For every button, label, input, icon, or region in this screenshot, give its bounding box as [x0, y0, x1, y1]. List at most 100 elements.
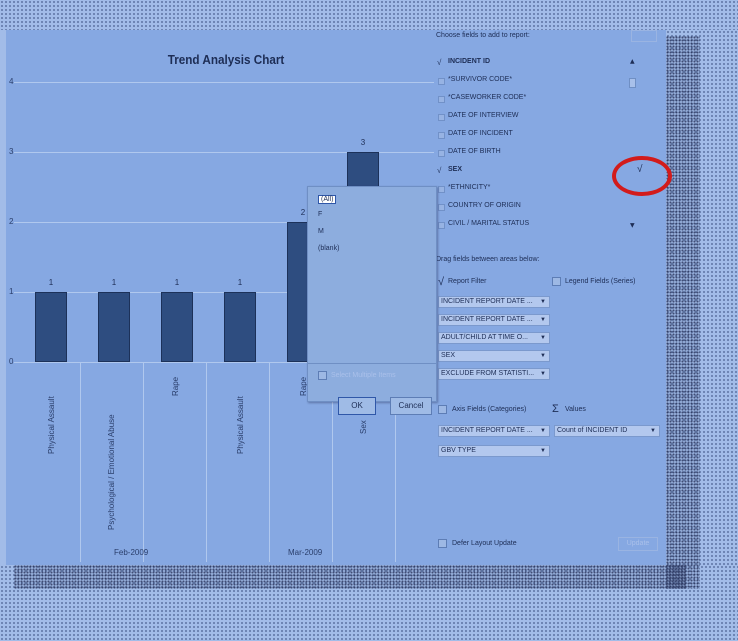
values-label: Values [565, 406, 586, 413]
x-category-label: Rape [171, 376, 180, 396]
dropdown-arrow-icon: ▼ [540, 371, 546, 377]
field-checkbox[interactable] [438, 222, 445, 229]
filter-option-f[interactable]: F [318, 211, 322, 218]
field-row[interactable]: *CASEWORKER CODE* [438, 94, 626, 106]
select-multiple-label: Select Multiple Items [331, 372, 396, 379]
axis-fields-label: Axis Fields (Categories) [452, 406, 527, 413]
report-filter-item[interactable]: EXCLUDE FROM STATISTI... ▼ [438, 368, 550, 380]
scrollbar-thumb[interactable] [629, 78, 636, 88]
field-row[interactable]: √ INCIDENT ID [437, 58, 626, 70]
field-row[interactable]: DATE OF INTERVIEW [438, 112, 626, 124]
window-shadow-bottom [14, 565, 686, 589]
pivot-field-list-panel: Choose fields to add to report: √ INCIDEN… [428, 30, 666, 565]
values-sigma-icon: Σ [552, 403, 559, 415]
field-checkbox[interactable] [438, 204, 445, 211]
dropdown-arrow-icon: ▼ [540, 448, 546, 454]
bar-data-label: 1 [237, 278, 243, 287]
field-label: *SURVIVOR CODE* [448, 76, 513, 83]
field-row[interactable]: √ SEX [437, 166, 626, 178]
x-group-label: Feb-2009 [114, 548, 149, 557]
category-separator [143, 362, 144, 562]
x-category-label: Physical Assault [47, 396, 56, 454]
layout-options-button[interactable] [631, 30, 657, 42]
report-filter-item-label: INCIDENT REPORT DATE ... [441, 316, 533, 323]
field-checkbox[interactable] [438, 114, 445, 121]
cancel-button[interactable]: Cancel [390, 397, 432, 415]
field-label: SEX [448, 166, 463, 173]
drag-fields-header: Drag fields between areas below: [436, 256, 540, 263]
report-filter-label: Report Filter [448, 278, 487, 285]
y-tick-label: 2 [9, 217, 14, 226]
field-label: COUNTRY OF ORIGIN [448, 202, 521, 209]
report-filter-item[interactable]: SEX ▼ [438, 350, 550, 362]
field-checkbox[interactable] [438, 132, 445, 139]
dropdown-arrow-icon: ▼ [650, 428, 656, 434]
axis-field-item[interactable]: GBV TYPE ▼ [438, 445, 550, 457]
field-checkbox[interactable] [438, 96, 445, 103]
sex-filter-dropdown: (All) F M (blank) Select Multiple Items … [307, 186, 437, 415]
report-filter-item-label: INCIDENT REPORT DATE ... [441, 298, 533, 305]
y-tick-label: 0 [9, 357, 14, 366]
values-field-item[interactable]: Count of INCIDENT ID ▼ [554, 425, 660, 437]
filter-option-all[interactable]: (All) [318, 195, 337, 204]
x-category-label: Sex [359, 420, 368, 434]
checkmark-icon: √ [437, 166, 442, 175]
dropdown-arrow-icon: ▼ [540, 335, 546, 341]
field-row[interactable]: DATE OF INCIDENT [438, 130, 626, 142]
y-tick-label: 3 [9, 147, 14, 156]
field-label: DATE OF INTERVIEW [448, 112, 519, 119]
field-checkbox[interactable] [438, 186, 445, 193]
gridline-4 [14, 82, 434, 83]
y-tick-label: 4 [9, 77, 14, 86]
bar-physical-assault-feb[interactable] [35, 292, 67, 362]
checkmark-icon: √ [437, 58, 442, 67]
field-checkbox[interactable]: √ [437, 58, 445, 67]
field-label: *CASEWORKER CODE* [448, 94, 527, 101]
bar-physical-assault-feb-2[interactable] [224, 292, 256, 362]
sex-checkmark-icon: √ [637, 164, 643, 175]
bar-psychological-abuse-feb[interactable] [98, 292, 130, 362]
field-row[interactable]: *ETHNICITY* [438, 184, 626, 196]
ok-button[interactable]: OK [338, 397, 376, 415]
scroll-down-arrow-icon[interactable]: ▼ [630, 222, 635, 229]
field-list-scrollbar[interactable]: ▲ ▼ [628, 58, 638, 236]
select-multiple-checkbox[interactable] [318, 371, 327, 380]
field-checkbox[interactable]: √ [437, 166, 445, 175]
y-tick-label: 1 [9, 287, 14, 296]
filter-option-m[interactable]: M [318, 228, 324, 235]
chart-title: Trend Analysis Chart [167, 52, 285, 67]
field-label: *ETHNICITY* [448, 184, 491, 191]
filter-option-blank[interactable]: (blank) [318, 245, 339, 252]
x-category-label: Physical Assault [236, 396, 245, 454]
bar-rape-feb[interactable] [161, 292, 193, 362]
report-filter-icon: √ [438, 276, 445, 288]
defer-layout-checkbox[interactable] [438, 539, 447, 548]
report-filter-item[interactable]: INCIDENT REPORT DATE ... ▼ [438, 296, 550, 308]
scroll-up-arrow-icon[interactable]: ▲ [630, 58, 635, 65]
bar-data-label: 3 [360, 138, 366, 147]
field-row[interactable]: *SURVIVOR CODE* [438, 76, 626, 88]
dropdown-arrow-icon: ▼ [540, 353, 546, 359]
report-filter-item-label: EXCLUDE FROM STATISTI... [441, 370, 535, 377]
bar-data-label: 1 [111, 278, 117, 287]
report-filter-item[interactable]: ADULT/CHILD AT TIME O... ▼ [438, 332, 550, 344]
field-row[interactable]: CIVIL / MARITAL STATUS [438, 220, 626, 232]
report-filter-item-label: ADULT/CHILD AT TIME O... [441, 334, 528, 341]
field-row[interactable]: DATE OF BIRTH [438, 148, 626, 160]
field-checkbox[interactable] [438, 150, 445, 157]
report-filter-item[interactable]: INCIDENT REPORT DATE ... ▼ [438, 314, 550, 326]
dropdown-arrow-icon: ▼ [540, 428, 546, 434]
dotted-background-top [0, 0, 738, 30]
defer-layout-label: Defer Layout Update [452, 540, 517, 547]
field-label: DATE OF INCIDENT [448, 130, 513, 137]
dropdown-arrow-icon: ▼ [540, 299, 546, 305]
update-button[interactable]: Update [618, 537, 658, 551]
field-label: INCIDENT ID [448, 58, 490, 65]
axis-field-item[interactable]: INCIDENT REPORT DATE ... ▼ [438, 425, 550, 437]
axis-fields-icon [438, 405, 447, 414]
field-checkbox[interactable] [438, 78, 445, 85]
field-row[interactable]: COUNTRY OF ORIGIN [438, 202, 626, 214]
choose-fields-header: Choose fields to add to report: [436, 32, 530, 39]
values-field-item-label: Count of INCIDENT ID [557, 427, 628, 434]
field-label: DATE OF BIRTH [448, 148, 501, 155]
